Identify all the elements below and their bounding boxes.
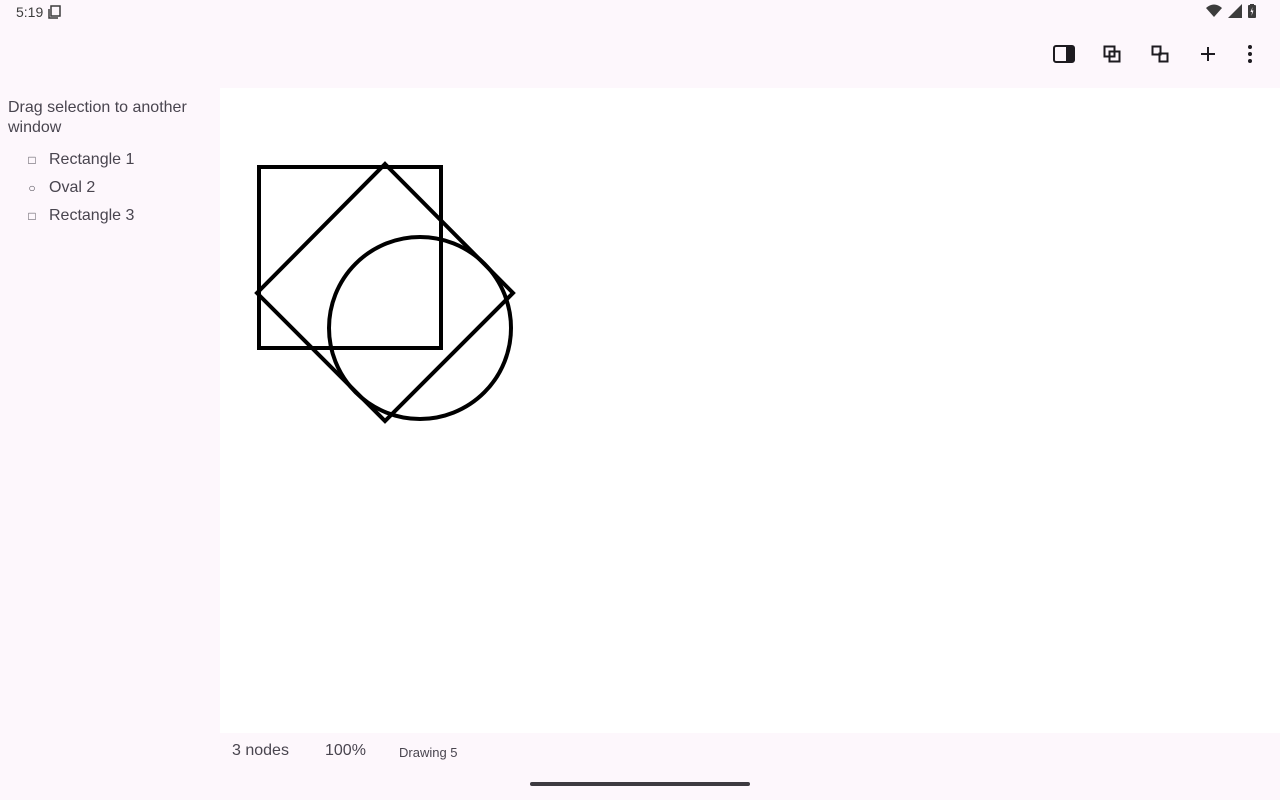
canvas-svg [254,161,516,424]
drag-hint: Drag selection to another window [8,99,187,136]
screen-icon [48,5,62,24]
wifi-icon [1206,4,1222,23]
node-label: Rectangle 1 [49,151,135,168]
gesture-handle[interactable] [530,782,750,786]
node-item-oval-2[interactable]: ○ Oval 2 [0,174,220,202]
drawing-name: Drawing 5 [399,745,458,760]
system-status-bar: 5:19 [0,0,1280,24]
group-button[interactable] [1088,32,1136,80]
side-panel-icon [1053,44,1075,68]
node-sidebar: Drag selection to another window □ Recta… [0,88,220,733]
zoom-level[interactable]: 100% [325,742,366,760]
oval-icon: ○ [28,181,36,195]
app-toolbar [0,32,1280,80]
plus-icon [1200,46,1216,67]
more-options-button[interactable] [1226,32,1274,80]
group-icon [1103,45,1121,68]
shape-rectangle-3[interactable] [254,161,516,424]
node-label: Oval 2 [49,179,96,196]
toggle-panel-button[interactable] [1040,32,1088,80]
status-row: 3 nodes 100% Drawing 5 [0,740,1280,764]
node-item-rectangle-1[interactable]: □ Rectangle 1 [0,146,220,174]
signal-icon [1228,4,1242,23]
clock: 5:19 [16,4,44,20]
rectangle-icon: □ [28,153,36,167]
drawing-canvas[interactable] [220,88,1280,733]
node-item-rectangle-3[interactable]: □ Rectangle 3 [0,202,220,230]
shape-oval-2[interactable] [327,235,513,421]
rectangle-icon: □ [28,209,36,223]
node-count: 3 nodes [232,742,289,759]
more-vert-icon [1248,44,1252,68]
battery-icon [1248,4,1256,23]
node-list: □ Rectangle 1 ○ Oval 2 □ Rectangle 3 [0,146,220,230]
ungroup-button[interactable] [1136,32,1184,80]
add-button[interactable] [1184,32,1232,80]
ungroup-icon [1151,45,1169,68]
node-label: Rectangle 3 [49,207,135,224]
